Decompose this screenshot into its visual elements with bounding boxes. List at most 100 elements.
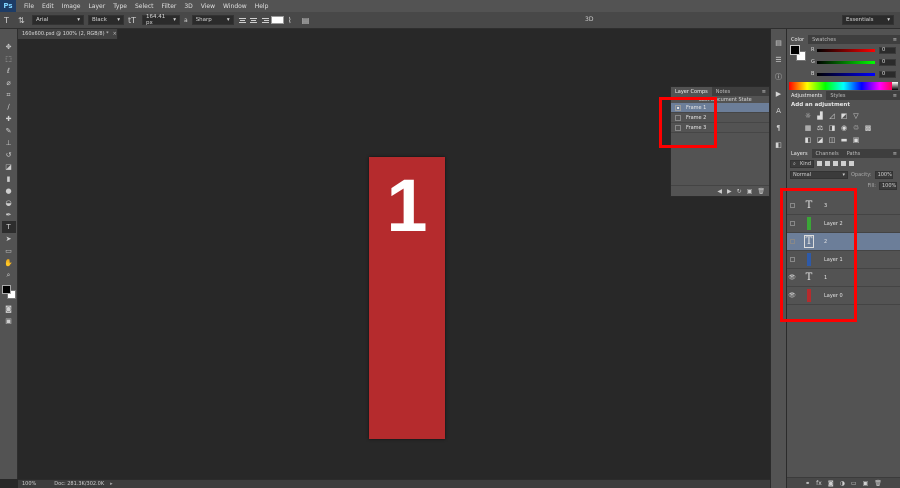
posterize-icon[interactable]: ◪ <box>816 136 824 144</box>
comp-apply-checkbox[interactable] <box>675 124 681 131</box>
color-balance-icon[interactable]: ⚖ <box>816 124 824 132</box>
layer-kind-filter[interactable]: ⌕ Kind <box>790 159 814 168</box>
adjustment-filter-icon[interactable] <box>825 161 830 166</box>
align-left-button[interactable] <box>238 15 248 25</box>
black-white-icon[interactable]: ◨ <box>828 124 836 132</box>
visibility-toggle[interactable] <box>790 203 795 208</box>
new-layer-icon[interactable]: ▣ <box>863 480 869 487</box>
tab-layers[interactable]: Layers <box>787 149 812 158</box>
tab-layer-comps[interactable]: Layer Comps <box>671 87 712 96</box>
menu-type[interactable]: Type <box>113 3 127 10</box>
delete-layer-icon[interactable]: 🗑 <box>874 480 882 487</box>
color-lookup-icon[interactable]: ▩ <box>864 124 872 132</box>
layer-row-layer-2[interactable]: Layer 2 <box>787 215 900 233</box>
channel-mixer-icon[interactable]: ♲ <box>852 124 860 132</box>
color-swatches[interactable] <box>1 285 16 299</box>
info-panel-icon[interactable]: ⓘ <box>773 71 785 82</box>
gradient-tool-icon[interactable]: ▮ <box>2 173 16 185</box>
blend-mode-select[interactable]: Normal ▾ <box>790 170 848 179</box>
align-right-button[interactable] <box>260 15 270 25</box>
invert-icon[interactable]: ◧ <box>804 136 812 144</box>
layer-comps-panel-icon[interactable]: ◧ <box>773 139 785 150</box>
eye-icon[interactable]: 👁 <box>787 274 797 281</box>
clone-stamp-tool-icon[interactable]: ⊥ <box>2 137 16 149</box>
shape-filter-icon[interactable] <box>841 161 846 166</box>
workspace-select[interactable]: Essentials ▾ <box>842 15 894 25</box>
visibility-toggle[interactable] <box>790 257 795 262</box>
zoom-level[interactable]: 100% <box>22 481 36 487</box>
visibility-toggle[interactable] <box>790 221 795 226</box>
anti-alias-select[interactable]: Sharp ▾ <box>191 15 234 25</box>
tab-swatches[interactable]: Swatches <box>808 35 840 44</box>
marquee-tool-icon[interactable]: ⬚ <box>2 53 16 65</box>
document-tab[interactable]: 160x600.psd @ 100% (2, RGB/8) * × <box>18 29 118 39</box>
foreground-color-swatch[interactable] <box>790 45 800 55</box>
pen-tool-icon[interactable]: ✒ <box>2 209 16 221</box>
delete-comp-icon[interactable]: 🗑 <box>757 188 765 195</box>
menu-select[interactable]: Select <box>135 3 154 10</box>
quick-mask-icon[interactable]: ◙ <box>2 303 16 315</box>
tab-color[interactable]: Color <box>787 35 809 44</box>
eyedropper-tool-icon[interactable]: ∕ <box>2 101 16 113</box>
artboard[interactable]: 1 <box>369 157 445 439</box>
quick-select-tool-icon[interactable]: ⌀ <box>2 77 16 89</box>
comp-applied-icon[interactable]: ▪ <box>675 104 681 111</box>
screen-mode-icon[interactable]: ▣ <box>2 315 16 327</box>
previous-comp-icon[interactable]: ◀ <box>717 188 722 195</box>
menu-3d[interactable]: 3D <box>184 3 192 10</box>
visibility-toggle[interactable] <box>790 239 795 244</box>
menu-file[interactable]: File <box>24 3 34 10</box>
tab-paths[interactable]: Paths <box>843 149 865 158</box>
eye-icon[interactable]: 👁 <box>787 292 797 299</box>
canvas-area[interactable]: 1 <box>18 39 770 479</box>
update-comp-icon[interactable]: ↻ <box>737 188 742 195</box>
pixel-filter-icon[interactable] <box>817 161 822 166</box>
black-white-ramp[interactable] <box>892 82 898 90</box>
layer-row-3[interactable]: T 3 <box>787 197 900 215</box>
type-tool-icon[interactable]: T <box>1 221 16 233</box>
font-style-select[interactable]: Black ▾ <box>88 15 124 25</box>
zoom-tool-icon[interactable]: ⌕ <box>2 269 16 281</box>
tab-notes[interactable]: Notes <box>712 87 734 96</box>
tab-styles[interactable]: Styles <box>826 91 849 100</box>
green-value-field[interactable]: 0 <box>879 58 896 66</box>
blur-tool-icon[interactable]: ● <box>2 185 16 197</box>
last-document-state[interactable]: Last Document State <box>671 96 769 103</box>
red-slider[interactable] <box>817 48 875 52</box>
panel-menu-icon[interactable]: ≡ <box>893 91 900 100</box>
blue-value-field[interactable]: 0 <box>879 70 896 78</box>
brush-tool-icon[interactable]: ✎ <box>2 125 16 137</box>
tab-adjustments[interactable]: Adjustments <box>787 91 827 100</box>
gradient-map-icon[interactable]: ▬ <box>840 136 848 144</box>
paragraph-panel-icon[interactable]: ¶ <box>773 122 785 133</box>
toggle-orientation-icon[interactable]: ⇅ <box>18 16 28 25</box>
history-panel-icon[interactable]: ▤ <box>773 37 785 48</box>
link-layers-icon[interactable]: ⚭ <box>805 480 810 487</box>
panel-menu-icon[interactable]: ≡ <box>893 35 900 44</box>
path-selection-tool-icon[interactable]: ➤ <box>2 233 16 245</box>
healing-brush-tool-icon[interactable]: ✚ <box>2 113 16 125</box>
vibrance-icon[interactable]: ▽ <box>852 112 860 120</box>
layer-row-layer-0[interactable]: 👁 Layer 0 <box>787 287 900 305</box>
character-panel-icon[interactable]: A <box>773 105 785 116</box>
panel-menu-icon[interactable]: ≡ <box>762 87 769 96</box>
panel-menu-icon[interactable]: ≡ <box>893 149 900 158</box>
tab-channels[interactable]: Channels <box>812 149 843 158</box>
green-slider[interactable] <box>817 60 875 64</box>
text-color-swatch[interactable] <box>270 16 284 24</box>
rectangle-tool-icon[interactable]: ▭ <box>2 245 16 257</box>
properties-panel-icon[interactable]: ☰ <box>773 54 785 65</box>
eraser-tool-icon[interactable]: ◪ <box>2 161 16 173</box>
layer-row-1[interactable]: 👁 T 1 <box>787 269 900 287</box>
comp-row-frame-2[interactable]: Frame 2 <box>671 113 769 123</box>
new-adjustment-icon[interactable]: ◑ <box>840 480 845 487</box>
layer-row-2[interactable]: T 2 <box>787 233 900 251</box>
smart-object-filter-icon[interactable] <box>849 161 854 166</box>
warp-text-icon[interactable]: ⌇ <box>288 16 298 25</box>
brightness-contrast-icon[interactable]: ☼ <box>804 112 812 120</box>
type-filter-icon[interactable] <box>833 161 838 166</box>
curves-icon[interactable]: ◿ <box>828 112 836 120</box>
red-value-field[interactable]: 0 <box>879 46 896 54</box>
add-mask-icon[interactable]: ◙ <box>828 480 834 487</box>
new-comp-icon[interactable]: ▣ <box>747 188 753 195</box>
